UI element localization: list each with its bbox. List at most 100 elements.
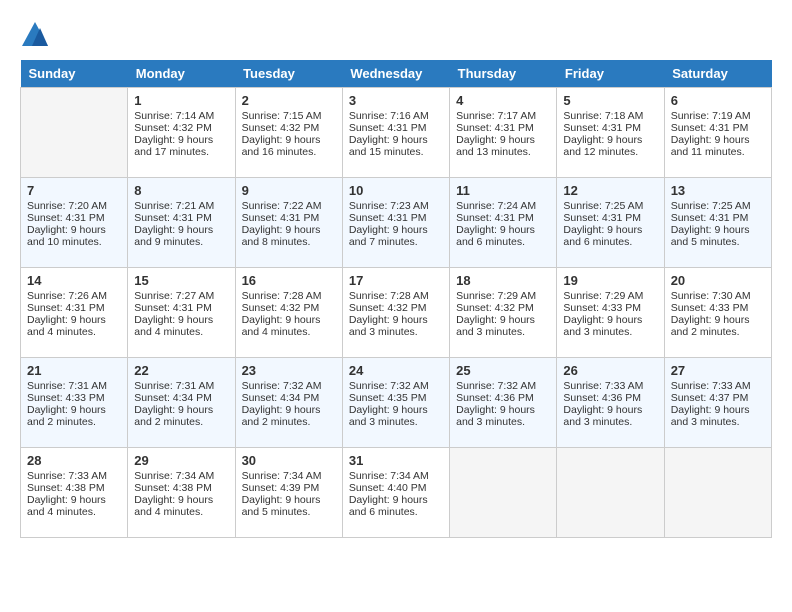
daylight-text: Daylight: 9 hours and 3 minutes.: [456, 404, 550, 428]
daylight-text: Daylight: 9 hours and 7 minutes.: [349, 224, 443, 248]
sunset-text: Sunset: 4:34 PM: [242, 392, 336, 404]
day-header-wednesday: Wednesday: [342, 60, 449, 88]
daylight-text: Daylight: 9 hours and 15 minutes.: [349, 134, 443, 158]
sunrise-text: Sunrise: 7:34 AM: [134, 470, 228, 482]
calendar-cell: 26Sunrise: 7:33 AMSunset: 4:36 PMDayligh…: [557, 358, 664, 448]
day-number: 30: [242, 453, 336, 468]
daylight-text: Daylight: 9 hours and 17 minutes.: [134, 134, 228, 158]
calendar-cell: 4Sunrise: 7:17 AMSunset: 4:31 PMDaylight…: [450, 88, 557, 178]
calendar-cell: 30Sunrise: 7:34 AMSunset: 4:39 PMDayligh…: [235, 448, 342, 538]
day-number: 19: [563, 273, 657, 288]
sunset-text: Sunset: 4:31 PM: [349, 212, 443, 224]
sunset-text: Sunset: 4:31 PM: [456, 122, 550, 134]
calendar-cell: 20Sunrise: 7:30 AMSunset: 4:33 PMDayligh…: [664, 268, 771, 358]
calendar-cell: 14Sunrise: 7:26 AMSunset: 4:31 PMDayligh…: [21, 268, 128, 358]
sunrise-text: Sunrise: 7:33 AM: [671, 380, 765, 392]
sunrise-text: Sunrise: 7:33 AM: [27, 470, 121, 482]
day-number: 11: [456, 183, 550, 198]
calendar-cell: 5Sunrise: 7:18 AMSunset: 4:31 PMDaylight…: [557, 88, 664, 178]
day-number: 9: [242, 183, 336, 198]
day-number: 20: [671, 273, 765, 288]
calendar-body: 1Sunrise: 7:14 AMSunset: 4:32 PMDaylight…: [21, 88, 772, 538]
day-number: 13: [671, 183, 765, 198]
sunrise-text: Sunrise: 7:15 AM: [242, 110, 336, 122]
sunset-text: Sunset: 4:32 PM: [349, 302, 443, 314]
calendar-cell: [450, 448, 557, 538]
daylight-text: Daylight: 9 hours and 12 minutes.: [563, 134, 657, 158]
day-number: 14: [27, 273, 121, 288]
calendar-cell: [557, 448, 664, 538]
header: [20, 20, 772, 50]
calendar-cell: 9Sunrise: 7:22 AMSunset: 4:31 PMDaylight…: [235, 178, 342, 268]
daylight-text: Daylight: 9 hours and 11 minutes.: [671, 134, 765, 158]
sunrise-text: Sunrise: 7:26 AM: [27, 290, 121, 302]
sunset-text: Sunset: 4:32 PM: [242, 302, 336, 314]
logo: [20, 20, 54, 50]
daylight-text: Daylight: 9 hours and 6 minutes.: [456, 224, 550, 248]
daylight-text: Daylight: 9 hours and 2 minutes.: [242, 404, 336, 428]
day-number: 10: [349, 183, 443, 198]
sunrise-text: Sunrise: 7:29 AM: [563, 290, 657, 302]
day-number: 17: [349, 273, 443, 288]
calendar-cell: 3Sunrise: 7:16 AMSunset: 4:31 PMDaylight…: [342, 88, 449, 178]
days-header-row: SundayMondayTuesdayWednesdayThursdayFrid…: [21, 60, 772, 88]
daylight-text: Daylight: 9 hours and 4 minutes.: [134, 314, 228, 338]
sunset-text: Sunset: 4:35 PM: [349, 392, 443, 404]
daylight-text: Daylight: 9 hours and 10 minutes.: [27, 224, 121, 248]
sunrise-text: Sunrise: 7:33 AM: [563, 380, 657, 392]
day-number: 2: [242, 93, 336, 108]
sunrise-text: Sunrise: 7:30 AM: [671, 290, 765, 302]
calendar-cell: 17Sunrise: 7:28 AMSunset: 4:32 PMDayligh…: [342, 268, 449, 358]
week-row-0: 1Sunrise: 7:14 AMSunset: 4:32 PMDaylight…: [21, 88, 772, 178]
day-number: 26: [563, 363, 657, 378]
daylight-text: Daylight: 9 hours and 2 minutes.: [27, 404, 121, 428]
sunrise-text: Sunrise: 7:25 AM: [563, 200, 657, 212]
daylight-text: Daylight: 9 hours and 2 minutes.: [671, 314, 765, 338]
sunrise-text: Sunrise: 7:22 AM: [242, 200, 336, 212]
sunset-text: Sunset: 4:31 PM: [134, 212, 228, 224]
sunrise-text: Sunrise: 7:28 AM: [349, 290, 443, 302]
daylight-text: Daylight: 9 hours and 8 minutes.: [242, 224, 336, 248]
sunset-text: Sunset: 4:32 PM: [134, 122, 228, 134]
day-number: 3: [349, 93, 443, 108]
sunset-text: Sunset: 4:39 PM: [242, 482, 336, 494]
calendar-cell: 2Sunrise: 7:15 AMSunset: 4:32 PMDaylight…: [235, 88, 342, 178]
daylight-text: Daylight: 9 hours and 3 minutes.: [563, 404, 657, 428]
day-number: 4: [456, 93, 550, 108]
calendar-cell: 19Sunrise: 7:29 AMSunset: 4:33 PMDayligh…: [557, 268, 664, 358]
daylight-text: Daylight: 9 hours and 6 minutes.: [349, 494, 443, 518]
week-row-4: 28Sunrise: 7:33 AMSunset: 4:38 PMDayligh…: [21, 448, 772, 538]
sunrise-text: Sunrise: 7:29 AM: [456, 290, 550, 302]
calendar-cell: 15Sunrise: 7:27 AMSunset: 4:31 PMDayligh…: [128, 268, 235, 358]
sunrise-text: Sunrise: 7:18 AM: [563, 110, 657, 122]
daylight-text: Daylight: 9 hours and 3 minutes.: [456, 314, 550, 338]
calendar-cell: 28Sunrise: 7:33 AMSunset: 4:38 PMDayligh…: [21, 448, 128, 538]
sunrise-text: Sunrise: 7:34 AM: [349, 470, 443, 482]
day-header-sunday: Sunday: [21, 60, 128, 88]
day-number: 16: [242, 273, 336, 288]
sunrise-text: Sunrise: 7:32 AM: [242, 380, 336, 392]
calendar-cell: 27Sunrise: 7:33 AMSunset: 4:37 PMDayligh…: [664, 358, 771, 448]
sunset-text: Sunset: 4:38 PM: [134, 482, 228, 494]
daylight-text: Daylight: 9 hours and 3 minutes.: [349, 404, 443, 428]
day-header-monday: Monday: [128, 60, 235, 88]
logo-icon: [20, 20, 50, 50]
week-row-2: 14Sunrise: 7:26 AMSunset: 4:31 PMDayligh…: [21, 268, 772, 358]
sunset-text: Sunset: 4:31 PM: [456, 212, 550, 224]
day-header-friday: Friday: [557, 60, 664, 88]
daylight-text: Daylight: 9 hours and 6 minutes.: [563, 224, 657, 248]
calendar-cell: 18Sunrise: 7:29 AMSunset: 4:32 PMDayligh…: [450, 268, 557, 358]
day-header-thursday: Thursday: [450, 60, 557, 88]
day-number: 25: [456, 363, 550, 378]
day-number: 24: [349, 363, 443, 378]
calendar-cell: 7Sunrise: 7:20 AMSunset: 4:31 PMDaylight…: [21, 178, 128, 268]
calendar-cell: 1Sunrise: 7:14 AMSunset: 4:32 PMDaylight…: [128, 88, 235, 178]
daylight-text: Daylight: 9 hours and 9 minutes.: [134, 224, 228, 248]
daylight-text: Daylight: 9 hours and 3 minutes.: [563, 314, 657, 338]
sunset-text: Sunset: 4:31 PM: [671, 122, 765, 134]
daylight-text: Daylight: 9 hours and 4 minutes.: [242, 314, 336, 338]
day-number: 22: [134, 363, 228, 378]
sunrise-text: Sunrise: 7:32 AM: [456, 380, 550, 392]
sunset-text: Sunset: 4:37 PM: [671, 392, 765, 404]
calendar-cell: 8Sunrise: 7:21 AMSunset: 4:31 PMDaylight…: [128, 178, 235, 268]
